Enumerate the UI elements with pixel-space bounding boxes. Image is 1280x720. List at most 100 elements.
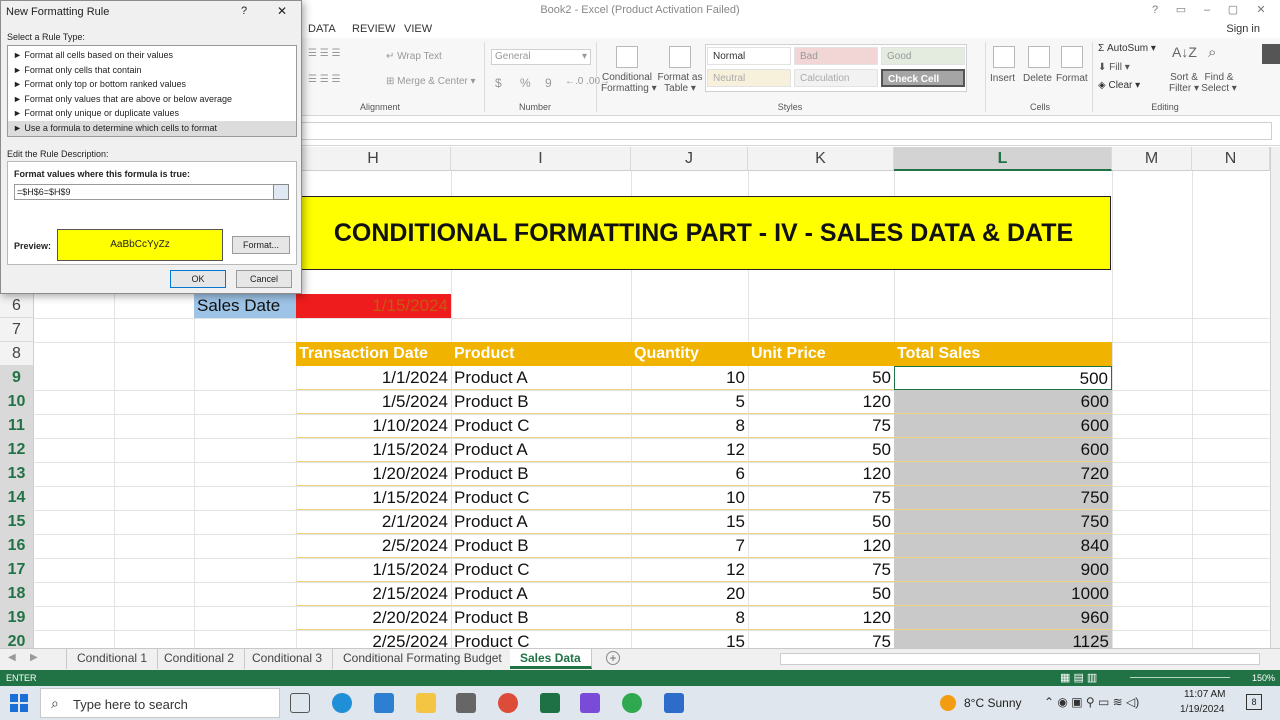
total-sales-cell[interactable]: 840 (894, 534, 1112, 558)
indent-icons[interactable]: ☰ ☰ ☰ (308, 74, 340, 85)
tab-review[interactable]: REVIEW (352, 23, 395, 35)
style-neutral[interactable]: Neutral (707, 69, 791, 87)
row-header[interactable]: 11 (0, 414, 34, 438)
formula-input[interactable] (300, 122, 1272, 140)
rule-item[interactable]: ► Format only cells that contain (8, 63, 296, 78)
column-header-h[interactable]: H (296, 147, 451, 171)
product-cell[interactable]: Product B (451, 606, 631, 630)
total-sales-cell[interactable]: 720 (894, 462, 1112, 486)
fill-button[interactable]: ⬇ Fill ▾ (1098, 62, 1130, 73)
row-header[interactable]: 10 (0, 390, 34, 414)
currency-button[interactable]: $ (495, 76, 502, 90)
style-calculation[interactable]: Calculation (794, 69, 878, 87)
number-format-select[interactable]: General ▾ (491, 49, 591, 65)
sign-in-link[interactable]: Sign in (1226, 23, 1260, 35)
zoom-slider[interactable] (1130, 677, 1230, 678)
transaction-date-cell[interactable]: 1/5/2024 (296, 390, 451, 414)
transaction-date-cell[interactable]: 2/15/2024 (296, 582, 451, 606)
row-header[interactable]: 16 (0, 534, 34, 558)
total-sales-cell[interactable]: 1000 (894, 582, 1112, 606)
unit-price-cell[interactable]: 75 (748, 486, 894, 510)
mail-icon[interactable] (374, 693, 394, 713)
column-header-j[interactable]: J (631, 147, 748, 171)
photos-icon[interactable] (664, 693, 684, 713)
percent-button[interactable]: % (520, 76, 531, 90)
dialog-help-button[interactable]: ? (241, 5, 247, 17)
quantity-cell[interactable]: 8 (631, 606, 748, 630)
find-select-button[interactable]: Find & Select ▾ (1200, 72, 1238, 94)
format-as-table-button[interactable]: Format as Table ▾ (656, 72, 704, 94)
quantity-cell[interactable]: 12 (631, 558, 748, 582)
row-header[interactable]: 6 (0, 294, 34, 318)
transaction-date-cell[interactable]: 1/20/2024 (296, 462, 451, 486)
product-cell[interactable]: Product A (451, 582, 631, 606)
row-header[interactable]: 7 (0, 318, 34, 342)
ribbon-scroll-icon[interactable] (1262, 44, 1280, 64)
total-sales-cell[interactable]: 600 (894, 390, 1112, 414)
transaction-date-cell[interactable]: 2/25/2024 (296, 630, 451, 650)
product-cell[interactable]: Product A (451, 510, 631, 534)
vertical-scrollbar[interactable] (1270, 147, 1280, 648)
product-cell[interactable]: Product C (451, 558, 631, 582)
tab-data[interactable]: DATA (308, 23, 336, 35)
product-cell[interactable]: Product A (451, 438, 631, 462)
sheet-tab-sales-data[interactable]: Sales Data (510, 649, 592, 669)
total-sales-cell[interactable]: 900 (894, 558, 1112, 582)
view-icons[interactable]: ▦ ▤ ▥ (1060, 671, 1097, 684)
header-total-sales[interactable]: Total Sales (894, 342, 1112, 366)
rule-item[interactable]: ► Format only values that are above or b… (8, 92, 296, 107)
delete-button[interactable]: Delete (1023, 73, 1052, 84)
windows-start-icon[interactable] (10, 694, 28, 712)
edge-icon[interactable] (332, 693, 352, 713)
transaction-date-cell[interactable]: 1/15/2024 (296, 558, 451, 582)
total-sales-cell[interactable]: 600 (894, 414, 1112, 438)
product-cell[interactable]: Product C (451, 630, 631, 650)
header-unit-price[interactable]: Unit Price (748, 342, 894, 366)
unit-price-cell[interactable]: 50 (748, 366, 894, 390)
unit-price-cell[interactable]: 120 (748, 534, 894, 558)
row-header[interactable]: 15 (0, 510, 34, 534)
chrome-profile-icon[interactable] (622, 693, 642, 713)
total-sales-cell[interactable]: 500 (894, 366, 1112, 390)
total-sales-cell[interactable]: 1125 (894, 630, 1112, 650)
product-cell[interactable]: Product B (451, 390, 631, 414)
style-bad[interactable]: Bad (794, 47, 878, 65)
column-header-l[interactable]: L (894, 147, 1112, 171)
row-header[interactable]: 13 (0, 462, 34, 486)
product-cell[interactable]: Product C (451, 414, 631, 438)
total-sales-cell[interactable]: 960 (894, 606, 1112, 630)
sales-date-label[interactable]: Sales Date (194, 294, 296, 318)
quantity-cell[interactable]: 7 (631, 534, 748, 558)
title-banner-cell[interactable]: CONDITIONAL FORMATTING PART - IV - SALES… (296, 196, 1111, 270)
clear-button[interactable]: ◈ Clear ▾ (1098, 80, 1140, 91)
transaction-date-cell[interactable]: 2/1/2024 (296, 510, 451, 534)
total-sales-cell[interactable]: 750 (894, 486, 1112, 510)
row-header[interactable]: 17 (0, 558, 34, 582)
header-product[interactable]: Product (451, 342, 631, 366)
format-button[interactable]: Format (1056, 73, 1088, 84)
row-header[interactable]: 19 (0, 606, 34, 630)
sheet-tab-conditional-3[interactable]: Conditional 3 (242, 649, 334, 669)
row-header[interactable]: 9 (0, 366, 34, 390)
unit-price-cell[interactable]: 120 (748, 390, 894, 414)
style-good[interactable]: Good (881, 47, 965, 65)
app-icon[interactable] (580, 693, 600, 713)
rule-item-selected[interactable]: ► Use a formula to determine which cells… (8, 121, 296, 136)
header-quantity[interactable]: Quantity (631, 342, 748, 366)
quantity-cell[interactable]: 5 (631, 390, 748, 414)
range-picker-icon[interactable] (273, 184, 289, 200)
ok-button[interactable]: OK (170, 270, 226, 288)
quantity-cell[interactable]: 15 (631, 510, 748, 534)
unit-price-cell[interactable]: 75 (748, 558, 894, 582)
conditional-formatting-button[interactable]: Conditional Formatting ▾ (601, 72, 657, 94)
horizontal-scrollbar[interactable] (780, 653, 1260, 665)
weather-text[interactable]: 8°C Sunny (964, 696, 1022, 710)
clock-date[interactable]: 1/19/2024 (1180, 704, 1225, 715)
row-header[interactable]: 18 (0, 582, 34, 606)
zoom-level[interactable]: 150% (1252, 673, 1275, 683)
unit-price-cell[interactable]: 75 (748, 630, 894, 650)
unit-price-cell[interactable]: 50 (748, 510, 894, 534)
row-header[interactable]: 12 (0, 438, 34, 462)
excel-icon[interactable] (540, 693, 560, 713)
row-header[interactable]: 8 (0, 342, 34, 366)
